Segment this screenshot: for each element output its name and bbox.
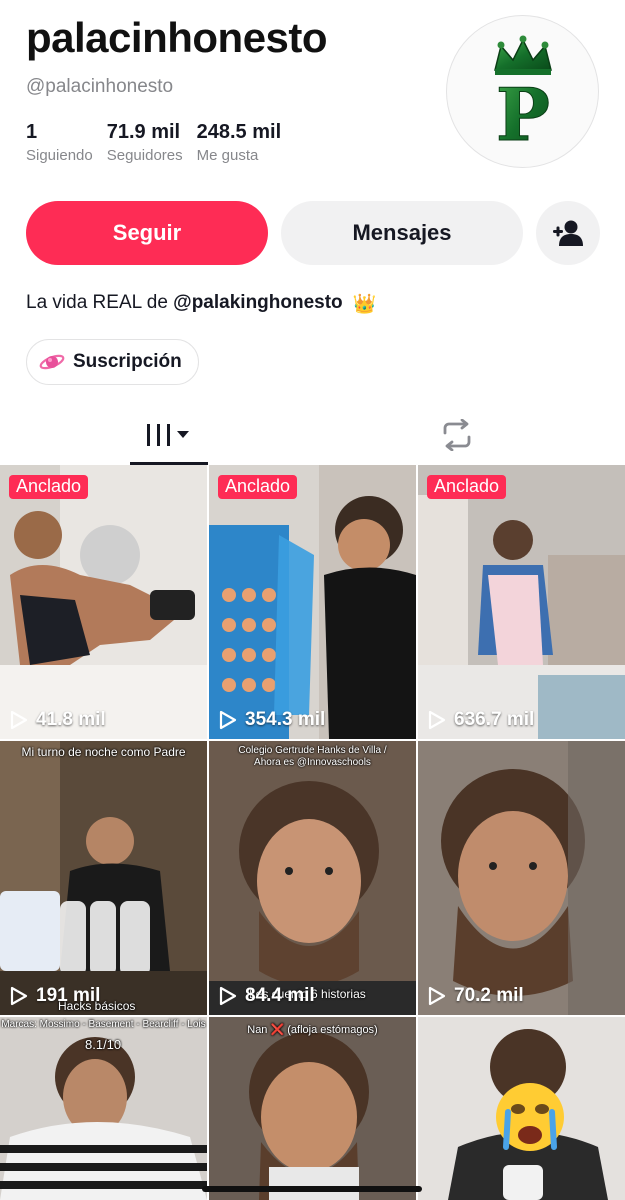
video-thumbnail[interactable]: Colegio Gertrude Hanks de Villa / Ahora … — [209, 741, 416, 1015]
video-thumbnail-image — [209, 465, 416, 739]
add-friend-button[interactable] — [536, 201, 600, 265]
stat-followers-label: Seguidores — [106, 147, 183, 164]
stat-likes[interactable]: 248.5 mil Me gusta — [197, 121, 282, 164]
profile-username: palacinhonesto — [26, 14, 328, 61]
home-indicator[interactable] — [202, 1186, 422, 1192]
stat-following-value: 1 — [26, 121, 38, 143]
video-caption: Nan ❌ (afloja estómagos) — [247, 1024, 378, 1036]
play-icon — [219, 710, 237, 730]
video-caption: Marcas: Mossimo - Basement - Bearcliff -… — [1, 1019, 206, 1030]
message-button[interactable]: Mensajes — [281, 201, 523, 265]
video-grid: Anclado 41.8 mil Anclado 354.3 mil Ancla… — [0, 465, 625, 1200]
chevron-down-icon — [177, 431, 189, 438]
video-thumbnail-image — [418, 1017, 625, 1200]
play-icon — [219, 986, 237, 1006]
grid-icon — [147, 424, 189, 446]
stat-likes-label: Me gusta — [196, 147, 259, 164]
pinned-badge: Anclado — [218, 475, 298, 499]
repost-icon — [443, 419, 471, 451]
crown-emoji: 👑 — [352, 294, 377, 315]
view-count-text: 354.3 mil — [245, 709, 326, 730]
tab-reposts[interactable] — [418, 405, 496, 465]
view-count: 41.8 mil — [10, 709, 106, 731]
play-icon — [10, 710, 28, 730]
stat-following[interactable]: 1 Siguiendo — [26, 121, 93, 164]
add-person-icon — [553, 220, 583, 246]
play-icon — [428, 710, 446, 730]
video-thumbnail[interactable] — [418, 1017, 625, 1200]
video-caption: Mi turno de noche como Padre — [21, 745, 186, 759]
video-thumbnail[interactable]: Anclado 41.8 mil — [0, 465, 207, 739]
video-rating: 8.1/10 — [85, 1037, 122, 1052]
stat-likes-value: 248.5 mil — [196, 121, 282, 143]
play-icon — [10, 986, 28, 1006]
stat-followers-value: 71.9 mil — [106, 121, 181, 143]
video-thumbnail[interactable]: Nan ❌ (afloja estómagos) — [209, 1017, 416, 1200]
video-thumbnail[interactable]: Anclado 354.3 mil — [209, 465, 416, 739]
video-thumbnail[interactable]: 70.2 mil — [418, 741, 625, 1015]
video-thumbnail-image — [209, 1017, 416, 1200]
view-count: 70.2 mil — [428, 985, 524, 1007]
profile-stats: 1 Siguiendo 71.9 mil Seguidores 248.5 mi… — [26, 121, 281, 164]
video-thumbnail-image — [0, 465, 207, 739]
view-count: 191 mil — [10, 985, 100, 1007]
pinned-badge: Anclado — [9, 475, 89, 499]
play-icon — [428, 986, 446, 1006]
video-thumbnail[interactable]: Anclado 636.7 mil — [418, 465, 625, 739]
subscription-button[interactable]: Suscripción — [26, 339, 199, 385]
view-count: 354.3 mil — [219, 709, 325, 731]
video-thumbnail-image — [418, 465, 625, 739]
planet-icon — [39, 354, 65, 370]
view-count: 636.7 mil — [428, 709, 534, 731]
follow-button[interactable]: Seguir — [26, 201, 268, 265]
stat-following-label: Siguiendo — [26, 147, 93, 164]
view-count: 84.4 mil — [219, 985, 315, 1007]
crown-p-logo-icon: P — [493, 35, 552, 152]
tab-videos[interactable] — [130, 405, 208, 465]
avatar-letter: P — [495, 72, 549, 152]
pinned-badge: Anclado — [427, 475, 507, 499]
bio-text: La vida REAL de — [26, 292, 174, 313]
video-thumbnail[interactable]: Mi turno de noche como Padre Hacks básic… — [0, 741, 207, 1015]
view-count-text: 636.7 mil — [454, 709, 535, 730]
video-thumbnail-image — [209, 741, 416, 1015]
stat-followers[interactable]: 71.9 mil Seguidores — [107, 121, 183, 164]
video-thumbnail[interactable]: Marcas: Mossimo - Basement - Bearcliff -… — [0, 1017, 207, 1200]
video-thumbnail-image — [0, 741, 207, 1015]
video-caption: Colegio Gertrude Hanks de Villa / Ahora … — [238, 745, 387, 768]
view-count-text: 84.4 mil — [245, 985, 315, 1006]
bio-mention-link[interactable]: @palakinghonesto — [173, 292, 343, 313]
profile-bio: La vida REAL de @palakinghonesto 👑 — [26, 292, 376, 316]
avatar[interactable]: P — [446, 15, 599, 168]
view-count-text: 191 mil — [36, 985, 101, 1006]
view-count-text: 41.8 mil — [36, 709, 106, 730]
profile-handle: @palacinhonesto — [26, 76, 174, 97]
video-thumbnail-image — [418, 741, 625, 1015]
view-count-text: 70.2 mil — [454, 985, 524, 1006]
profile-tabs — [0, 405, 625, 465]
subscription-label: Suscripción — [73, 351, 182, 372]
